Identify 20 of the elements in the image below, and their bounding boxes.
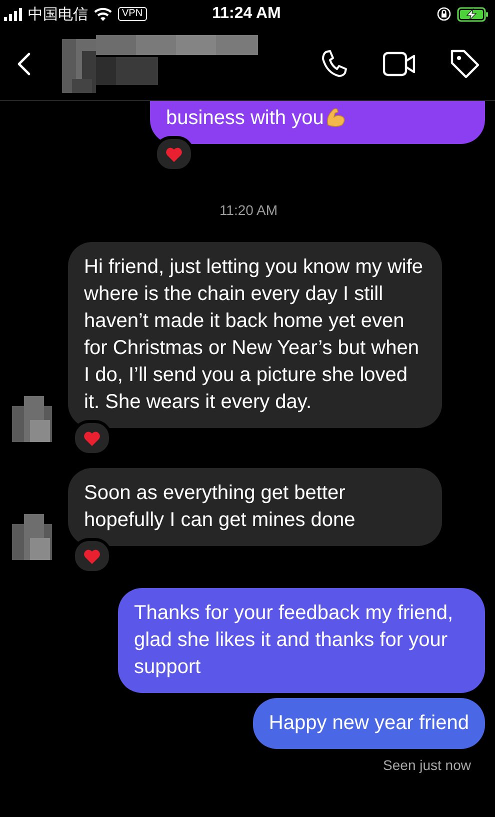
video-call-icon[interactable] [383, 50, 415, 78]
phone-icon[interactable] [319, 49, 349, 79]
back-icon[interactable] [16, 52, 32, 76]
vpn-badge: VPN [118, 7, 147, 21]
timestamp: 11:20 AM [218, 202, 279, 218]
message-bubble: Thanks for your feedback my friend, glad she likes it and thanks for your support [118, 588, 485, 693]
message-bubble: business with you [150, 101, 485, 144]
signal-icon [4, 8, 22, 20]
orientation-lock-icon [437, 7, 451, 21]
message-bubble: Soon as everything get better hopefully I can get mines done [68, 468, 442, 546]
tag-icon[interactable] [449, 48, 481, 80]
heart-icon [83, 430, 101, 446]
wifi-icon [94, 7, 112, 21]
message-bubble: Happy new year friend [252, 698, 485, 749]
seen-status: Seen just now [382, 757, 472, 773]
clock-time: 11:24 AM [212, 5, 281, 23]
message-bubble: Hi friend, just letting you know my wife where is the chain every day I still haven’t made it back home yet even for Christmas or New Year’s but when I do, I’ll send you a picture she loved it. She wears it every day. [68, 242, 442, 428]
heart-icon [83, 548, 101, 564]
heart-icon [165, 146, 183, 162]
carrier-name: 中国电信 [28, 4, 88, 24]
